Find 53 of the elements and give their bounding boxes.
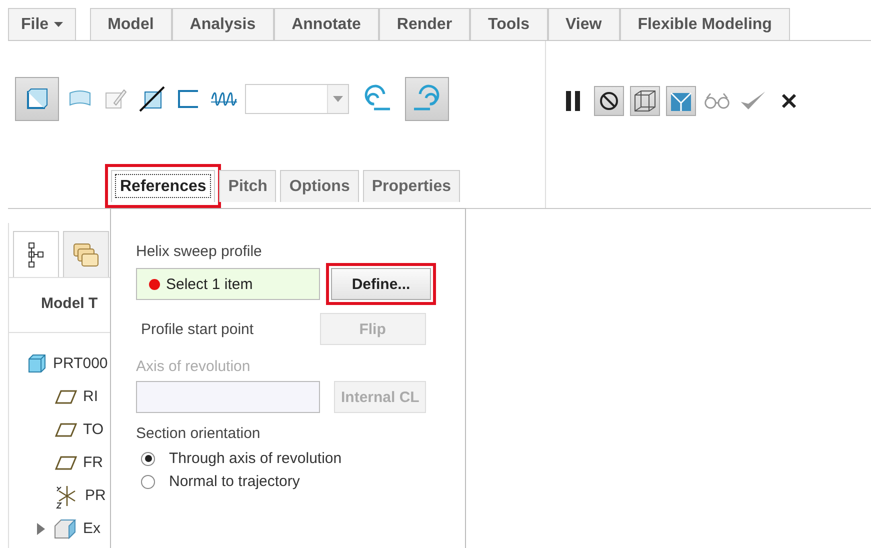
radio-label: Through axis of revolution	[169, 450, 342, 467]
radio-button[interactable]	[141, 452, 155, 466]
tree-item-label[interactable]: RI	[83, 388, 98, 405]
radio-button[interactable]	[141, 474, 155, 488]
section-label: Section orientation	[136, 425, 262, 442]
ribbon-tab[interactable]: View	[548, 8, 620, 40]
expand-arrow-icon[interactable]	[35, 522, 47, 534]
ribbon-tab[interactable]: Tools	[470, 8, 548, 40]
tree-icon	[28, 242, 44, 268]
ribbon-tab[interactable]: Annotate	[274, 8, 379, 40]
panel-tab[interactable]: References	[111, 170, 216, 202]
left-helix-icon	[362, 84, 392, 114]
tree-item-label[interactable]: PRT000	[53, 355, 108, 372]
extrude-icon	[53, 518, 77, 540]
toolbar-button[interactable]	[630, 86, 660, 116]
panel-tab[interactable]: Properties	[362, 170, 460, 202]
wireframe-icon	[632, 89, 658, 113]
tree-item-label[interactable]: PR	[85, 487, 106, 504]
panel-tab[interactable]: Pitch	[219, 170, 276, 202]
profile-collector-field[interactable]: Select 1 item	[136, 268, 320, 300]
layers-icon	[72, 242, 100, 268]
panel-tab[interactable]	[13, 231, 59, 277]
ribbon-tab[interactable]: Render	[378, 8, 470, 40]
part-icon	[27, 354, 47, 374]
toolbar-button[interactable]	[137, 84, 167, 114]
glasses-icon	[703, 92, 731, 110]
datum-plane-icon	[55, 454, 77, 470]
define-button[interactable]: Define...	[331, 268, 431, 300]
panel-tab[interactable]: Options	[280, 170, 359, 202]
tree-item-label[interactable]: FR	[83, 454, 103, 471]
caret-icon	[54, 22, 63, 27]
field-label: Axis of revolution	[136, 358, 252, 375]
toolbar-button[interactable]	[594, 86, 624, 116]
axis-collector-field[interactable]	[136, 381, 320, 413]
ribbon-tab[interactable]: Flexible Modeling	[620, 8, 790, 40]
section-label: Helix sweep profile	[136, 243, 263, 260]
tree-item-label[interactable]: Ex	[83, 520, 101, 537]
tree-item-label[interactable]: TO	[83, 421, 104, 438]
datum-plane-icon	[55, 388, 77, 404]
datum-plane-icon	[55, 422, 77, 438]
file-menu[interactable]: File	[8, 8, 76, 40]
right-helix-icon	[412, 84, 442, 114]
ribbon-tab[interactable]: Model	[90, 8, 172, 40]
radio-label: Normal to trajectory	[169, 473, 300, 490]
close-icon	[780, 92, 798, 110]
solid-icon	[26, 88, 48, 110]
pencil-icon	[104, 86, 128, 110]
pause-icon	[564, 90, 582, 112]
no-entry-icon	[598, 90, 620, 112]
caret-icon	[333, 96, 343, 102]
remove-material-icon	[139, 86, 165, 112]
ribbon-tab[interactable]: Analysis	[172, 8, 274, 40]
surface-icon	[68, 88, 92, 108]
